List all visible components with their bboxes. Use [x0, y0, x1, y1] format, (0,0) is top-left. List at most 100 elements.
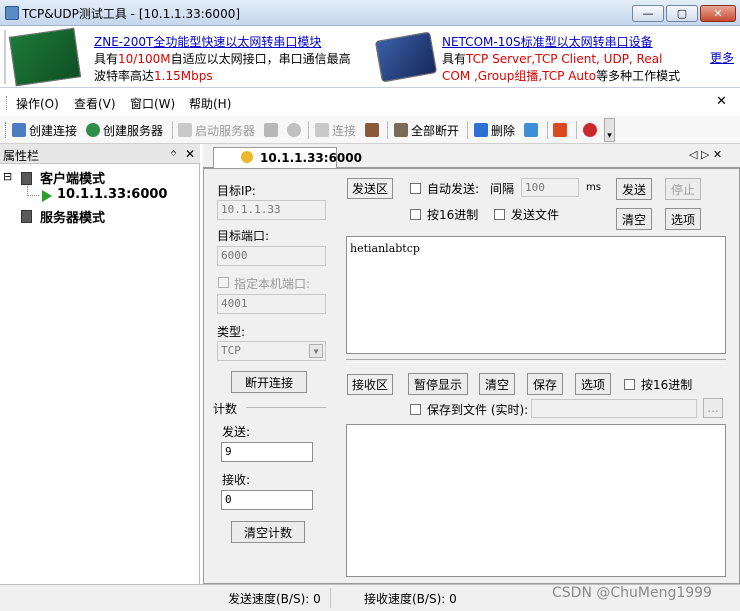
splitter[interactable] [346, 359, 726, 363]
tree-collapse-icon[interactable]: ⊟ [3, 170, 12, 183]
auto-send-label: 自动发送: [427, 182, 480, 196]
banner-left-text[interactable]: ZNE-200T全功能型快速以太网转串口模块 具有10/100M自适应以太网接口… [94, 34, 351, 85]
sidebar-close-icon[interactable]: ✕ [185, 147, 195, 161]
title-bar: TCP&UDP测试工具 - [10.1.1.33:6000] — ▢ ✕ [0, 0, 740, 26]
connect-button[interactable]: 连接 [315, 122, 356, 138]
target-port-field[interactable]: 6000 [217, 246, 326, 266]
local-port-checkbox[interactable] [218, 277, 229, 288]
recv-textarea[interactable] [346, 424, 726, 577]
start-server-button[interactable]: 启动服务器 [178, 122, 255, 138]
banner-text: 波特率高达 [94, 69, 155, 83]
toolbar-overflow-chevron-icon[interactable]: ▾ [604, 118, 615, 142]
menu-view[interactable]: 查看(V) [74, 95, 116, 112]
close-button[interactable]: ✕ [700, 5, 736, 22]
banner-text: 自适应以太网接口，串口通信最高 [170, 52, 351, 66]
banner-grip [4, 30, 6, 84]
connect-icon [315, 123, 329, 137]
send-clear-button[interactable]: 清空 [616, 208, 652, 230]
tree-node-server-mode[interactable]: 服务器模式 [40, 207, 105, 226]
send-file-label: 发送文件 [511, 208, 560, 222]
menu-help[interactable]: 帮助(H) [189, 95, 231, 112]
banner-highlight: TCP Server,TCP Client, UDP, Real [466, 52, 663, 66]
send-speed: 发送速度(B/S): 0 [228, 592, 321, 606]
type-select[interactable]: TCP ▼ [217, 341, 326, 361]
send-count-label: 发送: [222, 425, 251, 439]
target-ip-label: 目标IP: [217, 184, 256, 198]
create-connection-button[interactable]: 创建连接 [12, 122, 77, 138]
recv-area-label: 接收区 [347, 374, 393, 395]
save-to-file-checkbox[interactable] [410, 404, 421, 415]
connect-label: 连接 [332, 123, 357, 138]
disconnect-connection-button[interactable]: 断开连接 [231, 371, 307, 393]
disconnect-all-label: 全部断开 [411, 123, 460, 138]
document-area: 10.1.1.33:6000 ◁ ▷ ✕ 目标IP: 10.1.1.33 目标端… [203, 144, 740, 584]
status-bar: 发送速度(B/S): 0 接收速度(B/S): 0 CSDN @ChuMeng1… [0, 584, 740, 611]
disconnect-button[interactable] [365, 122, 382, 138]
tree-node-client-mode[interactable]: 客户端模式 [40, 168, 105, 187]
more-link[interactable]: 更多 [710, 50, 734, 67]
delete-label: 删除 [491, 123, 516, 138]
local-port-label: 指定本机端口: [234, 277, 311, 291]
network-button[interactable] [524, 122, 541, 138]
save-file-path-field[interactable] [531, 399, 697, 418]
netcom-device-image[interactable] [374, 31, 438, 83]
send-content: hetianlabtcp [350, 242, 420, 255]
recv-clear-button[interactable]: 清空 [479, 373, 515, 395]
send-hex-checkbox[interactable] [410, 209, 421, 220]
toolbar: 创建连接 创建服务器 启动服务器 连接 全部断开 删除 ▾ [0, 116, 740, 144]
auto-send-checkbox[interactable] [410, 183, 421, 194]
mdi-close-icon[interactable]: ✕ [716, 94, 727, 109]
property-sidebar: 属性栏 ᛜ ✕ ⊟ 客户端模式 10.1.1.33:6000 服务器模式 [0, 144, 200, 611]
server-icon-button[interactable] [264, 122, 281, 138]
browse-button[interactable]: ... [703, 398, 723, 418]
send-file-checkbox[interactable] [494, 209, 505, 220]
tab-nav-icons[interactable]: ◁ ▷ ✕ [689, 148, 722, 161]
power-icon [553, 123, 567, 137]
banner-right-heading[interactable]: NETCOM-10S标准型以太网转串口设备 [442, 34, 680, 51]
send-area-label: 发送区 [347, 178, 393, 199]
save-button[interactable]: 保存 [527, 373, 563, 395]
target-port-label: 目标端口: [217, 229, 270, 243]
local-port-field[interactable]: 4001 [217, 294, 326, 314]
power-button[interactable] [553, 122, 570, 138]
stop-circle-button[interactable] [287, 122, 304, 138]
stop-button[interactable]: 停止 [665, 178, 701, 200]
tab-connection[interactable]: 10.1.1.33:6000 [213, 147, 362, 169]
disconnect-all-button[interactable]: 全部断开 [394, 122, 459, 138]
sidebar-title: 属性栏 [3, 149, 40, 163]
send-textarea[interactable]: hetianlabtcp [346, 236, 726, 354]
disconnect-all-icon [394, 123, 408, 137]
menu-window[interactable]: 窗口(W) [130, 95, 175, 112]
sidebar-header: 属性栏 ᛜ ✕ [0, 144, 200, 164]
target-ip-field[interactable]: 10.1.1.33 [217, 200, 326, 220]
play-icon [42, 190, 52, 202]
recv-hex-checkbox[interactable] [624, 379, 635, 390]
minimize-button[interactable]: — [632, 5, 664, 22]
send-options-button[interactable]: 选项 [665, 208, 701, 230]
status-divider [330, 588, 331, 608]
send-count-field[interactable]: 9 [221, 442, 313, 462]
banner-left-heading[interactable]: ZNE-200T全功能型快速以太网转串口模块 [94, 34, 351, 51]
toolbar-separator [172, 121, 173, 139]
dropdown-arrow-icon: ▼ [309, 344, 323, 358]
send-button[interactable]: 发送 [616, 178, 652, 200]
create-server-button[interactable]: 创建服务器 [86, 122, 163, 138]
menu-operate[interactable]: 操作(O) [16, 95, 59, 112]
tree-node-connection[interactable]: 10.1.1.33:6000 [57, 187, 167, 202]
count-group-label: 计数 [213, 402, 238, 416]
recv-count-field[interactable]: 0 [221, 490, 313, 510]
banner-right-text[interactable]: NETCOM-10S标准型以太网转串口设备 具有TCP Server,TCP C… [442, 34, 680, 85]
recv-options-button[interactable]: 选项 [575, 373, 611, 395]
pin-icon[interactable]: ᛜ [170, 147, 177, 161]
exit-button[interactable] [583, 122, 600, 138]
interval-field[interactable]: 100 [521, 178, 579, 197]
delete-x-icon [474, 123, 488, 137]
recv-count-label: 接收: [222, 473, 251, 487]
recv-hex-label: 按16进制 [641, 378, 693, 392]
delete-button[interactable]: 删除 [474, 122, 515, 138]
maximize-button[interactable]: ▢ [666, 5, 698, 22]
banner-text: 等多种工作模式 [596, 69, 681, 83]
clear-count-button[interactable]: 清空计数 [231, 521, 305, 543]
zne-module-image[interactable] [8, 27, 82, 87]
pause-display-button[interactable]: 暂停显示 [408, 373, 468, 395]
